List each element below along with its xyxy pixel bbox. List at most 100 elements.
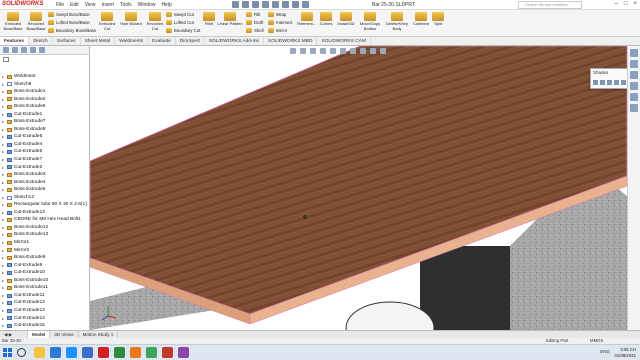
menu-file[interactable]: File [56,2,64,8]
app-icon-red[interactable] [162,347,173,358]
shade-icon-2[interactable] [600,80,605,85]
start-button[interactable] [3,348,12,357]
tree-item[interactable]: ▸ Cut-Extrude11 [2,292,88,300]
search-icon[interactable] [17,348,26,357]
tree-item[interactable]: ▸ Boss-Extrude4 [2,179,88,187]
excel-app-icon[interactable] [114,347,125,358]
expand-icon[interactable]: ▸ [2,247,6,255]
tab-evaluate[interactable]: Evaluate [148,37,176,45]
tree-item[interactable]: ▸ Boss-Extrude12 [2,224,88,232]
minimize-icon[interactable]: – [615,1,618,7]
intersect-button[interactable]: Intersect [268,20,292,25]
expand-icon[interactable]: ▸ [2,239,6,247]
status-units[interactable]: MMGS [590,338,603,343]
custom-properties-icon[interactable] [630,104,638,112]
display-style-icon[interactable] [340,48,346,54]
tree-item[interactable]: ▸ Mirror1 [2,239,88,247]
expand-icon[interactable]: ▸ [2,224,6,232]
tab-3d-views[interactable]: 3D Views [50,331,79,338]
tree-item[interactable]: ▸ Cut-Extrude5 [2,133,88,141]
undo-icon[interactable] [272,1,279,8]
tree-item[interactable]: ▸ Cut-Extrude14 [2,315,88,323]
configuration-manager-icon[interactable] [21,47,27,53]
swept-boss-button[interactable]: Swept Boss/Base [48,12,90,17]
edge-app-icon[interactable] [50,347,61,358]
tree-item[interactable]: ▸ Boss-Extrude11 [2,284,88,292]
tab-weldments[interactable]: Weldments [115,37,149,45]
expand-icon[interactable]: ▸ [2,126,6,134]
tab-cam[interactable]: SOLIDWORKS CAM [317,37,371,45]
restore-icon[interactable]: □ [624,1,628,7]
save-icon[interactable] [252,1,259,8]
tree-item[interactable]: ▸ Mirror2 [2,247,88,255]
instant3d-button[interactable]: Instant3D [336,12,356,27]
expand-icon[interactable]: ▸ [2,164,6,172]
expand-icon[interactable]: ▸ [2,254,6,262]
graphics-area[interactable]: Shades × [90,46,627,330]
boundary-boss-button[interactable]: Boundary Boss/Base [48,28,96,33]
tree-item[interactable]: ▸ Boss-Extrude10 [2,277,88,285]
search-input[interactable]: Search file last modified [518,1,582,9]
tab-motion-study[interactable]: Motion Study 1 [79,331,119,338]
app-icon-purple[interactable] [178,347,189,358]
expand-icon[interactable]: ▸ [2,103,6,111]
tree-item[interactable]: ▸ Boss-Extrude2 [2,96,88,104]
shell-button[interactable]: Shell [246,28,264,33]
view-orientation-icon[interactable] [330,48,336,54]
print-icon[interactable] [262,1,269,8]
lofted-boss-button[interactable]: Lofted Boss/Base [48,20,90,25]
revolved-boss-button[interactable]: Revolved Boss/Base [25,12,47,31]
extruded-boss-button[interactable]: Extruded Boss/Base [2,12,24,31]
split-button[interactable]: Split [431,12,445,27]
tree-item[interactable]: ▸ Cut-Extrude7 [2,156,88,164]
previous-view-icon[interactable] [310,48,316,54]
section-view-icon[interactable] [320,48,326,54]
filter-icon[interactable] [3,57,9,62]
tree-item[interactable]: ▸ Cut-Extrude2 [2,164,88,172]
tree-item[interactable]: ▸ Boss-Extrude7 [2,118,88,126]
view-palette-icon[interactable] [630,82,638,90]
expand-icon[interactable]: ▸ [2,322,6,330]
menu-view[interactable]: View [85,2,96,8]
expand-icon[interactable]: ▸ [2,269,6,277]
tree-item[interactable]: ▸ Cut-Extrude15 [2,322,88,330]
expand-icon[interactable]: ▸ [2,133,6,141]
tab-dimxpert[interactable]: DimXpert [176,37,205,45]
tree-item[interactable]: ▸ Boss-Extrude13 [2,231,88,239]
tree-item[interactable]: ▸ Cut-Extrude13 [2,307,88,315]
expand-icon[interactable]: ▸ [2,209,6,217]
expand-icon[interactable]: ▸ [2,201,6,209]
tree-item[interactable]: ▸ Boss-Extrude3 [2,171,88,179]
reference-geometry-button[interactable]: Referenc... [296,12,318,27]
expand-icon[interactable]: ▸ [2,141,6,149]
draft-button[interactable]: Draft [246,20,263,25]
tab-scroll[interactable]: ◀ ▶ [0,331,28,338]
expand-icon[interactable]: ▸ [2,216,6,224]
expand-icon[interactable]: ▸ [2,277,6,285]
fillet-button[interactable]: Fillet [202,12,216,27]
hole-wizard-button[interactable]: Hole Wizard [119,12,143,27]
zoom-fit-icon[interactable] [290,48,296,54]
mirror-button[interactable]: Mirror [268,28,287,33]
options-icon[interactable] [302,1,309,8]
store-app-icon[interactable] [66,347,77,358]
swept-cut-button[interactable]: Swept Cut [166,12,194,17]
expand-icon[interactable]: ▸ [2,179,6,187]
expand-icon[interactable]: ▸ [2,111,6,119]
tree-item[interactable]: ▸ CBORE for M6 Hex Head Bolt1 [2,216,88,224]
boundary-cut-button[interactable]: Boundary Cut [166,28,200,33]
menu-edit[interactable]: Edit [70,2,79,8]
menu-help[interactable]: Help [161,2,171,8]
tree-item[interactable]: ▸ Weldment [2,73,88,81]
tab-model[interactable]: Model [28,331,51,338]
new-icon[interactable] [232,1,239,8]
rebuild-icon[interactable] [292,1,299,8]
word-app-icon[interactable] [82,347,93,358]
open-icon[interactable] [242,1,249,8]
revolved-cut-button[interactable]: Revolved Cut [144,12,166,31]
shade-icon-5[interactable] [621,80,626,85]
tree-item[interactable]: ▸ Boss-Extrude1 [2,88,88,96]
tree-item[interactable]: ▸ Cut-Extrude10 [2,269,88,277]
tab-sketch[interactable]: Sketch [29,37,53,45]
tree-item[interactable]: ▸ Sketch9 [2,81,88,89]
